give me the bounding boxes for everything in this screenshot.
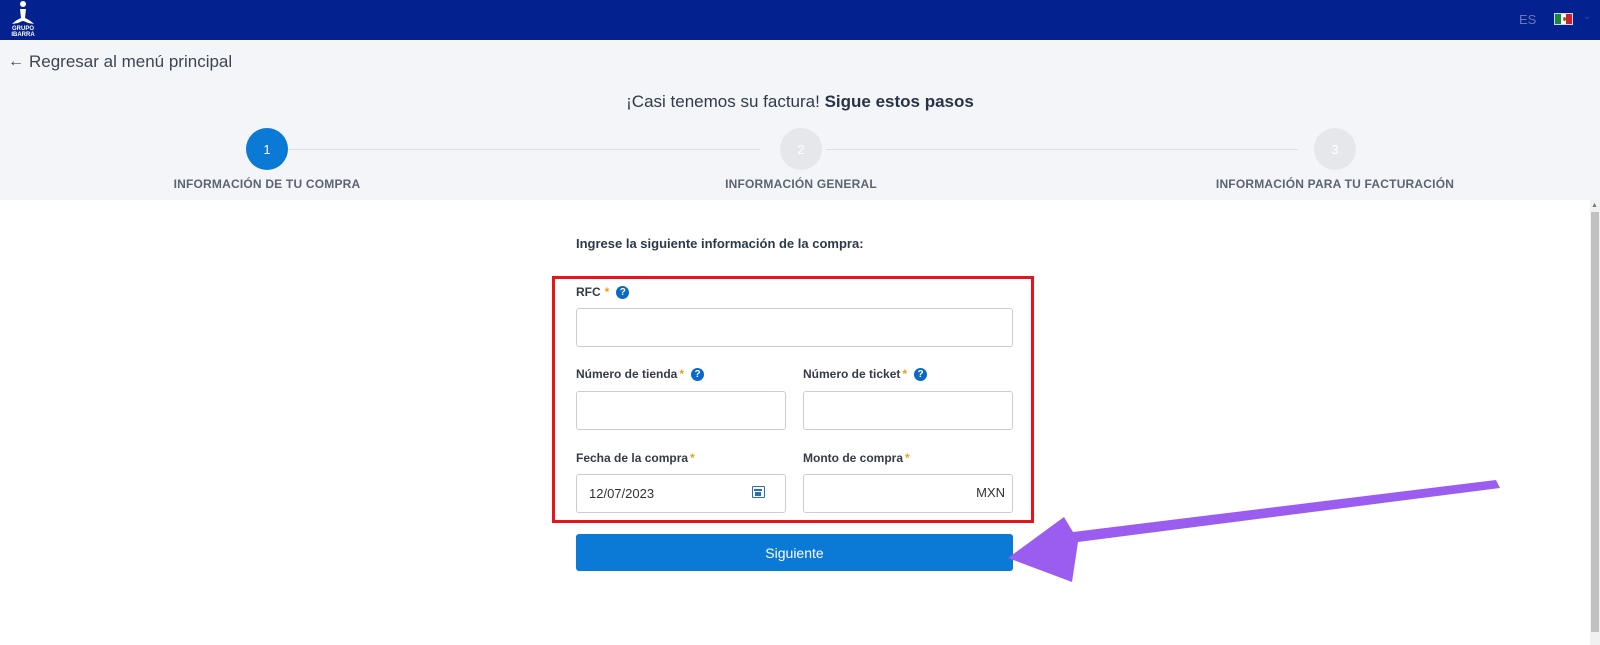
help-icon[interactable]: ? <box>616 285 630 299</box>
back-link-label: Regresar al menú principal <box>29 52 233 71</box>
rfc-label: RFC * ? <box>576 285 630 299</box>
purchase-date-label: Fecha de la compra * <box>576 451 695 465</box>
required-marker: * <box>690 451 695 465</box>
arrow-left-icon: ← <box>8 53 24 70</box>
step-1-label: INFORMACIÓN DE TU COMPRA <box>173 177 361 191</box>
mexico-flag-icon[interactable] <box>1554 13 1573 25</box>
required-marker: * <box>902 367 908 381</box>
chevron-down-icon[interactable]: ⌄ <box>1583 11 1591 22</box>
scrollbar-thumb[interactable] <box>1591 212 1599 632</box>
step-2-label: INFORMACIÓN GENERAL <box>725 177 877 191</box>
required-marker: * <box>679 367 685 381</box>
store-number-input[interactable] <box>576 391 786 430</box>
rfc-input[interactable] <box>576 308 1013 347</box>
store-number-label-text: Número de tienda <box>576 367 678 381</box>
help-icon[interactable]: ? <box>914 367 928 381</box>
help-icon[interactable]: ? <box>691 367 705 381</box>
step-1-indicator: 1 <box>246 128 288 170</box>
purchase-amount-label: Monto de compra * <box>803 451 910 465</box>
form-instructions: Ingrese la siguiente información de la c… <box>576 236 864 251</box>
stepper-connector <box>826 149 1298 150</box>
grupo-ibarra-logo[interactable]: GRUPO IBARRA <box>8 0 38 38</box>
rfc-label-text: RFC <box>576 285 601 299</box>
language-selector-label[interactable]: ES <box>1519 12 1536 27</box>
calendar-icon[interactable] <box>752 486 765 498</box>
step-3-label: INFORMACIÓN PARA TU FACTURACIÓN <box>1215 177 1455 191</box>
ticket-number-label-text: Número de ticket <box>803 367 901 381</box>
scroll-up-icon[interactable]: ▲ <box>1591 202 1598 209</box>
annotation-arrow-shape <box>1008 480 1500 582</box>
store-number-label: Número de tienda * ? <box>576 367 705 381</box>
top-navigation-bar: GRUPO IBARRA ES ⌄ <box>0 0 1600 40</box>
page-title: ¡Casi tenemos su factura! Sigue estos pa… <box>0 92 1600 112</box>
purchase-date-label-text: Fecha de la compra <box>576 451 689 465</box>
required-marker: * <box>604 285 610 299</box>
svg-text:IBARRA: IBARRA <box>11 32 35 38</box>
step-3-indicator: 3 <box>1314 128 1356 170</box>
next-button[interactable]: Siguiente <box>576 534 1013 571</box>
ticket-number-label: Número de ticket * ? <box>803 367 928 381</box>
purchase-amount-label-text: Monto de compra <box>803 451 904 465</box>
stepper-header <box>0 40 1600 200</box>
purchase-amount-field: MXN <box>803 474 1013 513</box>
ticket-number-input[interactable] <box>803 391 1013 430</box>
page-title-emphasis: Sigue estos pasos <box>824 92 974 111</box>
page-title-prefix: ¡Casi tenemos su factura! <box>626 92 820 111</box>
purchase-date-field <box>576 474 786 513</box>
step-2-indicator: 2 <box>780 128 822 170</box>
required-marker: * <box>905 451 910 465</box>
currency-suffix: MXN <box>976 485 1005 500</box>
back-to-main-menu-link[interactable]: ← Regresar al menú principal <box>8 52 232 72</box>
stepper-connector <box>288 149 760 150</box>
